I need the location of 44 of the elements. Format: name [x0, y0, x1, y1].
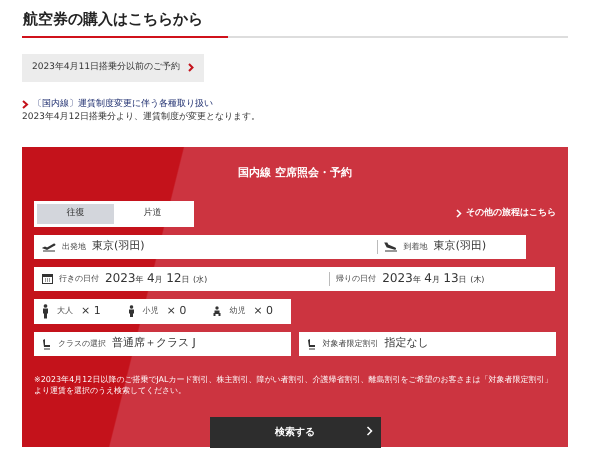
arrival-label: 到着地	[404, 240, 428, 252]
class-field[interactable]: クラスの選択 普通席＋クラス J	[34, 332, 290, 356]
discount-field[interactable]: 対象者限定割引 指定なし	[298, 332, 556, 356]
class-label: クラスの選択	[58, 338, 106, 350]
person-icon	[42, 304, 49, 318]
passenger-type-label: 大人	[57, 305, 73, 317]
takeoff-icon	[42, 242, 56, 252]
infant-icon	[213, 306, 222, 316]
trip-type-tab[interactable]: 往復	[37, 204, 114, 224]
search-button[interactable]: 検索する	[210, 416, 380, 448]
outbound-date-label: 行きの日付	[59, 272, 99, 284]
date-field[interactable]: 行きの日付 2023年 4月 12 日 (水) 帰りの日付 2023年 4月 13日 (木)	[34, 266, 555, 290]
discount-value: 指定なし	[384, 335, 428, 352]
passenger-type-label: 幼児	[229, 305, 246, 317]
class-value: 普通席＋クラス J	[112, 335, 196, 352]
page-heading: 航空券の購入はこちらから	[22, 9, 204, 30]
seat-icon	[306, 338, 316, 350]
passenger-count: × 1	[81, 302, 101, 319]
departure-value: 東京(羽田)	[92, 238, 145, 254]
landing-icon	[384, 242, 398, 252]
other-itinerary-link[interactable]: その他の旅程はこちら	[466, 207, 556, 220]
previous-booking-button[interactable]: 2023年4月11日搭乗分以前のご予約	[22, 54, 204, 82]
return-date-label: 帰りの日付	[336, 272, 376, 284]
person-icon	[128, 305, 135, 317]
chevron-icon	[22, 100, 29, 109]
notice-text: 2023年4月12日搭乗分より、運賃制度が変更となります。	[22, 111, 262, 124]
chevron-icon	[456, 209, 462, 218]
seat-icon	[42, 338, 52, 350]
passenger-count: × 0	[253, 302, 274, 319]
passengers-field[interactable]: 大人 × 1 小児 × 0 幼児 × 0	[34, 298, 291, 324]
passenger-count: × 0	[166, 302, 186, 319]
calendar-icon	[42, 273, 53, 284]
route-field[interactable]: 出発地 東京(羽田) 到着地 東京(羽田)	[34, 234, 526, 258]
chevron-icon	[188, 63, 194, 72]
notice-link[interactable]: 〔国内線〕運賃制度変更に伴う各種取り扱い	[33, 98, 213, 111]
outbound-date-value: 2023年 4月 12 日 (水)	[105, 270, 208, 288]
return-date-value: 2023年 4月 13日 (木)	[382, 270, 484, 288]
discount-label: 対象者限定割引	[322, 338, 378, 350]
passenger-type-label: 小児	[142, 305, 159, 317]
chevron-icon	[366, 424, 372, 437]
departure-label: 出発地	[62, 240, 86, 252]
discount-note: ※2023年4月12日以降のご搭乗でJALカード割引、株主割引、障がい者割引、介護帰省割引、離島割引をご希望のお客さまは「対象者限定割引」より運賃を選択のうえ検索してください。	[34, 374, 554, 396]
arrival-value: 東京(羽田)	[434, 238, 486, 254]
panel-title: 国内線 空席照会・予約	[237, 164, 353, 180]
